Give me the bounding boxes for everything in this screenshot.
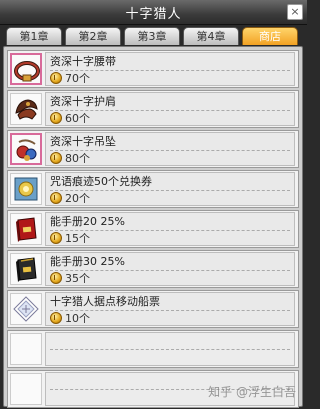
coin-icon (50, 192, 62, 204)
tab-chapter-1[interactable]: 第1章 (6, 27, 62, 45)
shop-item-row[interactable]: 咒语痕迹50个兑换券 20个 (7, 170, 299, 208)
coin-icon (50, 272, 62, 284)
item-icon-slot[interactable] (10, 133, 42, 165)
item-price-value: 10个 (65, 312, 90, 325)
shop-item-row[interactable]: 能手册20 25% 15个 (7, 210, 299, 248)
skill-book-red-icon (16, 217, 37, 242)
item-price: 60个 (50, 111, 90, 125)
empty-icon-slot (10, 333, 42, 365)
item-info: 咒语痕迹50个兑换券 20个 (45, 172, 295, 206)
item-price: 70个 (50, 71, 90, 85)
empty-item-info (45, 332, 295, 366)
shop-item-row[interactable]: 能手册30 25% 35个 (7, 250, 299, 288)
item-info: 资深十字腰带 70个 (45, 52, 295, 86)
item-icon-slot[interactable] (10, 93, 42, 125)
coin-icon (50, 112, 62, 124)
tab-chapter-4[interactable]: 第4章 (183, 27, 239, 45)
item-icon-slot[interactable] (10, 53, 42, 85)
watermark: 知乎 @浮生白吾 (208, 385, 296, 399)
item-price: 20个 (50, 191, 90, 205)
item-price-value: 60个 (65, 112, 90, 125)
item-price: 35个 (50, 271, 90, 285)
shop-item-row[interactable]: 资深十字护肩 60个 (7, 90, 299, 128)
item-price-value: 20个 (65, 192, 90, 205)
item-name: 资深十字吊坠 (50, 134, 290, 151)
item-name: 资深十字腰带 (50, 54, 290, 71)
item-price-value: 80个 (65, 152, 90, 165)
item-price: 10个 (50, 311, 90, 325)
tab-shop[interactable]: 商店 (242, 27, 298, 45)
belt-icon (14, 61, 40, 82)
coin-icon (50, 312, 62, 324)
item-price-value: 15个 (65, 232, 90, 245)
shop-item-row[interactable]: 十字猎人据点移动船票 10个 (7, 290, 299, 328)
item-price: 80个 (50, 151, 90, 165)
ticket-icon (13, 296, 39, 322)
pendant-icon (16, 139, 37, 161)
item-name: 咒语痕迹50个兑换券 (50, 174, 290, 191)
item-icon-slot[interactable] (10, 253, 42, 285)
coin-icon (50, 72, 62, 84)
tab-chapter-2[interactable]: 第2章 (65, 27, 121, 45)
skill-book-dark-icon (16, 257, 37, 282)
tab-chapter-3[interactable]: 第3章 (124, 27, 180, 45)
shop-item-row[interactable]: 资深十字腰带 70个 (7, 50, 299, 88)
empty-item-row (7, 330, 299, 368)
shoulder-armor-icon (15, 99, 38, 120)
item-info: 能手册30 25% 35个 (45, 252, 295, 286)
shop-list-panel: 资深十字腰带 70个 资深十字护肩 60个 资深十字吊坠 80个 咒语痕迹50个… (3, 46, 303, 408)
window-title: 十字猎人 (125, 7, 182, 22)
voucher-icon (14, 177, 38, 201)
coin-icon (50, 152, 62, 164)
item-icon-slot[interactable] (10, 293, 42, 325)
coin-icon (50, 232, 62, 244)
item-icon-slot[interactable] (10, 213, 42, 245)
item-name: 十字猎人据点移动船票 (50, 294, 290, 311)
item-name: 资深十字护肩 (50, 94, 290, 111)
item-info: 资深十字护肩 60个 (45, 92, 295, 126)
shop-item-row[interactable]: 资深十字吊坠 80个 (7, 130, 299, 168)
item-price-value: 70个 (65, 72, 90, 85)
item-info: 能手册20 25% 15个 (45, 212, 295, 246)
item-name: 能手册20 25% (50, 214, 290, 231)
item-name: 能手册30 25% (50, 254, 290, 271)
close-button[interactable]: × (287, 4, 303, 20)
item-info: 十字猎人据点移动船票 10个 (45, 292, 295, 326)
item-price-value: 35个 (65, 272, 90, 285)
item-info: 资深十字吊坠 80个 (45, 132, 295, 166)
title-bar[interactable]: 十字猎人 × (0, 0, 307, 25)
tab-bar: 第1章 第2章 第3章 第4章 商店 (6, 27, 303, 47)
empty-icon-slot (10, 373, 42, 405)
item-price: 15个 (50, 231, 90, 245)
item-icon-slot[interactable] (10, 173, 42, 205)
